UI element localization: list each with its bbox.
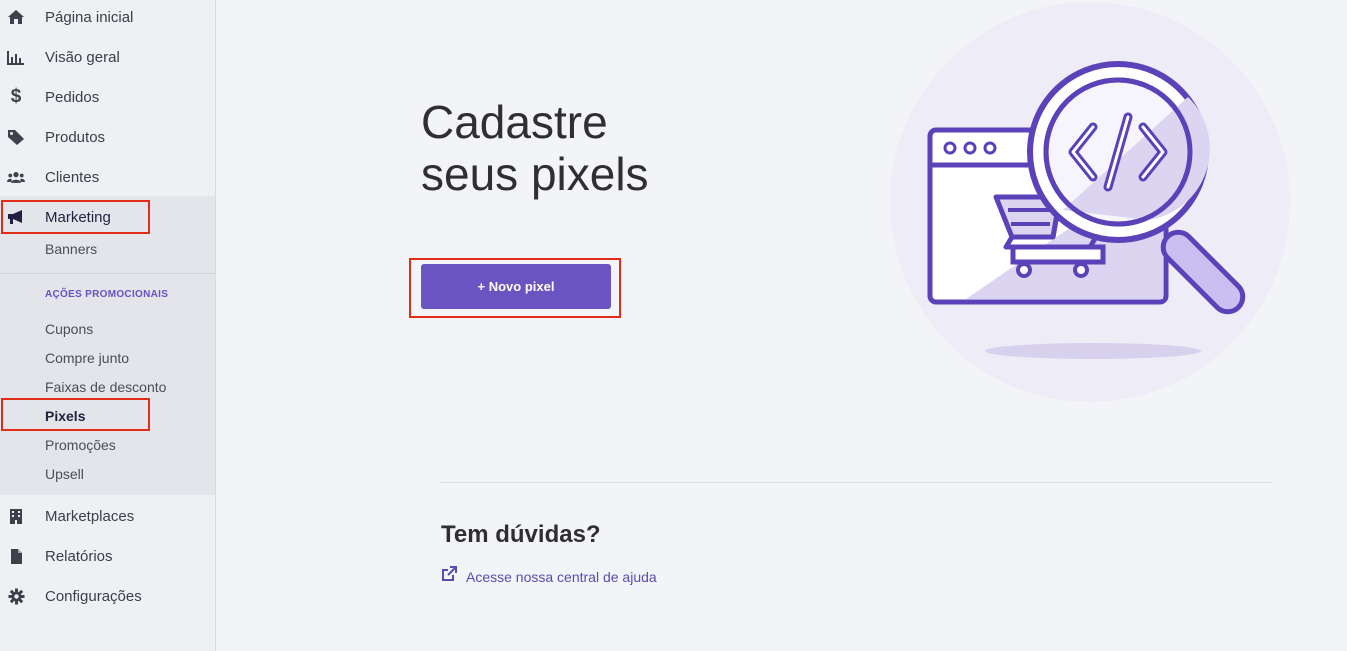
sidebar-item-pedidos[interactable]: $ Pedidos bbox=[0, 77, 215, 117]
bar-chart-icon bbox=[7, 48, 25, 66]
tag-icon bbox=[7, 128, 25, 146]
sidebar-item-label: Pedidos bbox=[45, 88, 100, 106]
sidebar-item-label: Marketplaces bbox=[45, 507, 135, 525]
megaphone-icon bbox=[7, 208, 25, 226]
sidebar-item-pagina-inicial[interactable]: Página inicial bbox=[0, 0, 215, 37]
sidebar-item-relatorios[interactable]: Relatórios bbox=[0, 536, 215, 576]
sidebar-item-label: Configurações bbox=[45, 587, 142, 605]
sidebar-subitem-upsell[interactable]: Upsell bbox=[45, 466, 84, 482]
sidebar-item-label: Página inicial bbox=[45, 8, 134, 26]
sidebar-subitem-pixels[interactable]: Pixels bbox=[45, 408, 85, 424]
sidebar-item-produtos[interactable]: Produtos bbox=[0, 117, 215, 157]
gear-icon bbox=[7, 587, 25, 605]
sidebar-item-label: Relatórios bbox=[45, 547, 113, 565]
sidebar-item-clientes[interactable]: Clientes bbox=[0, 157, 215, 197]
external-link-icon bbox=[441, 566, 457, 587]
sidebar-item-marketing[interactable]: Marketing bbox=[0, 197, 215, 237]
sidebar-item-label: Clientes bbox=[45, 168, 100, 186]
sidebar: Página inicial Visão geral $ Pedidos Pro… bbox=[0, 0, 216, 651]
sidebar-subitem-compre-junto[interactable]: Compre junto bbox=[45, 350, 129, 366]
file-icon bbox=[7, 547, 25, 565]
sidebar-item-label: Marketing bbox=[45, 208, 111, 226]
dollar-icon: $ bbox=[10, 86, 22, 107]
sidebar-subitem-promocoes[interactable]: Promoções bbox=[45, 437, 116, 453]
users-icon bbox=[7, 168, 25, 186]
page-title-line: Cadastre bbox=[421, 96, 608, 148]
new-pixel-button[interactable]: + Novo pixel bbox=[421, 264, 611, 309]
magnifier-code-cart-illustration bbox=[888, 2, 1292, 406]
sidebar-subitem-faixas-de-desconto[interactable]: Faixas de desconto bbox=[45, 379, 166, 395]
sidebar-item-label: Visão geral bbox=[45, 48, 120, 66]
sidebar-item-visao-geral[interactable]: Visão geral bbox=[0, 37, 215, 77]
page-title-line: seus pixels bbox=[421, 148, 649, 200]
divider bbox=[441, 482, 1271, 483]
divider bbox=[0, 273, 215, 274]
sidebar-item-label: Produtos bbox=[45, 128, 106, 146]
page-title: Cadastre seus pixels bbox=[421, 96, 649, 200]
section-heading: AÇÕES PROMOCIONAIS bbox=[45, 289, 169, 300]
sidebar-subitem-cupons[interactable]: Cupons bbox=[45, 321, 93, 337]
help-title: Tem dúvidas? bbox=[441, 521, 601, 548]
building-icon bbox=[7, 507, 25, 525]
home-icon bbox=[7, 8, 25, 26]
sidebar-item-configuracoes[interactable]: Configurações bbox=[0, 576, 215, 616]
sidebar-item-marketplaces[interactable]: Marketplaces bbox=[0, 496, 215, 536]
help-link-text: Acesse nossa central de ajuda bbox=[466, 568, 657, 585]
help-center-link[interactable]: Acesse nossa central de ajuda bbox=[441, 566, 657, 587]
sidebar-subitem-banners[interactable]: Banners bbox=[45, 241, 97, 257]
